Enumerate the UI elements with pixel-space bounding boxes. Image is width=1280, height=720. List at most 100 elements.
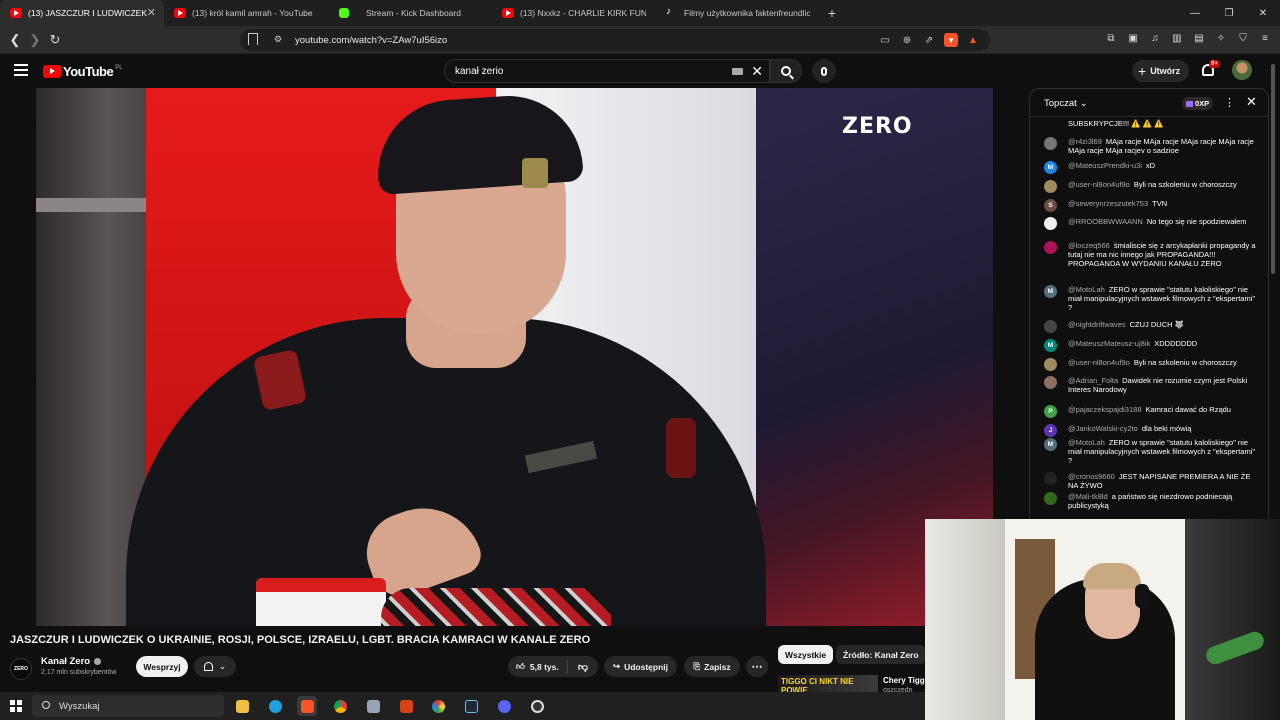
chat-author[interactable]: @user-nl8on4uf9o xyxy=(1068,180,1130,189)
chat-author-avatar[interactable]: S xyxy=(1044,199,1057,212)
dislike-button[interactable]: 👎︎ xyxy=(568,661,598,673)
sidebar-icon[interactable]: ▥ xyxy=(1170,31,1184,45)
new-tab-button[interactable]: + xyxy=(820,0,844,26)
subscription-bell-button[interactable]: ⌄ xyxy=(194,656,236,677)
chip-source[interactable]: Źródło: Kanał Zero xyxy=(836,645,926,664)
forward-icon[interactable]: ❯ xyxy=(26,31,44,49)
chrome-icon[interactable] xyxy=(330,696,350,716)
chat-author-avatar[interactable] xyxy=(1044,180,1057,193)
share-button[interactable]: ↪ Udostępnij xyxy=(604,656,677,677)
chat-mode-dropdown[interactable]: Topczat ⌄ xyxy=(1044,98,1088,109)
chat-author[interactable]: @JankoWalski-cy2to xyxy=(1068,424,1138,433)
chat-author-avatar[interactable] xyxy=(1044,492,1057,505)
hamburger-menu-icon[interactable] xyxy=(14,64,28,76)
chat-author-avatar[interactable] xyxy=(1044,376,1057,389)
back-icon[interactable]: ❮ xyxy=(6,31,24,49)
notifications-button[interactable]: 9+ xyxy=(1200,60,1220,80)
colorful-app-icon[interactable] xyxy=(428,696,448,716)
edge-icon[interactable] xyxy=(265,696,285,716)
recommended-thumbnail[interactable]: TIGGO CI NIKT NIE POWIE xyxy=(778,675,878,693)
obs-icon[interactable] xyxy=(527,696,547,716)
chat-author[interactable]: @RROOBBWWAANN xyxy=(1068,217,1143,226)
steam-icon[interactable] xyxy=(461,696,481,716)
browser-tab-4[interactable]: (13) Nxxkz - CHARLIE KIRK FUNK (OF xyxy=(492,0,656,26)
chat-author-avatar[interactable] xyxy=(1044,137,1057,150)
media-icon[interactable]: ♫ xyxy=(1148,31,1162,45)
chat-author-avatar[interactable]: M xyxy=(1044,339,1057,352)
screenshot-icon[interactable]: ▣ xyxy=(1126,31,1140,45)
save-button[interactable]: ⎘ Zapisz xyxy=(684,656,740,677)
recommended-title[interactable]: Chery Tigg xyxy=(883,676,925,685)
chat-author[interactable]: @loczeq566 xyxy=(1068,241,1110,250)
wallet-icon[interactable]: ▤ xyxy=(1192,31,1206,45)
channel-avatar[interactable]: ZERO xyxy=(10,658,32,680)
page-scrollbar[interactable] xyxy=(1271,64,1275,274)
chip-all[interactable]: Wszystkie xyxy=(778,645,834,664)
red-app-icon[interactable] xyxy=(396,696,416,716)
search-button[interactable] xyxy=(770,59,802,83)
chat-author[interactable]: @Mali-tk8ld xyxy=(1068,492,1108,501)
folder-app-icon[interactable] xyxy=(363,696,383,716)
chat-author-avatar[interactable]: M xyxy=(1044,161,1057,174)
search-input[interactable]: kanał zerio ✕ xyxy=(444,59,770,83)
chat-author-avatar[interactable]: M xyxy=(1044,438,1057,451)
chat-author[interactable]: @Adrian_Folta xyxy=(1068,376,1118,385)
video-player[interactable]: ZERO xyxy=(36,88,993,626)
chat-author-avatar[interactable]: M xyxy=(1044,285,1057,298)
chat-author[interactable]: @MotoLah xyxy=(1068,438,1105,447)
chat-author-avatar[interactable] xyxy=(1044,358,1057,371)
cast-icon[interactable]: ▭ xyxy=(878,33,892,47)
account-avatar[interactable] xyxy=(1232,60,1252,80)
chat-author[interactable]: @MotoLah xyxy=(1068,285,1105,294)
url-text[interactable]: youtube.com/watch?v=ZAw7uI56izo xyxy=(295,35,447,46)
close-tab-icon[interactable]: ✕ xyxy=(147,6,156,19)
windows-start-icon[interactable] xyxy=(10,700,22,712)
minimize-icon[interactable]: — xyxy=(1178,0,1212,26)
vpn-icon[interactable]: ⛉ xyxy=(1236,31,1250,45)
voice-search-button[interactable] xyxy=(812,59,836,83)
share-icon[interactable]: ⇗ xyxy=(922,33,936,47)
bookmark-icon[interactable] xyxy=(248,33,258,45)
chat-author[interactable]: @user-nl8on4uf9o xyxy=(1068,358,1130,367)
reload-icon[interactable]: ↻ xyxy=(46,31,64,49)
chat-author-avatar[interactable] xyxy=(1044,241,1057,254)
chat-author-avatar[interactable] xyxy=(1044,320,1057,333)
channel-name[interactable]: Kanał Zero xyxy=(41,656,102,667)
restore-icon[interactable]: ❐ xyxy=(1212,0,1246,26)
clear-search-icon[interactable]: ✕ xyxy=(751,63,763,80)
site-settings-icon[interactable]: ⚙ xyxy=(274,34,282,45)
chat-author[interactable]: @r4zi3l69 xyxy=(1068,137,1102,146)
browser-tab-2[interactable]: (13) król kamil amrah - YouTube xyxy=(164,0,328,26)
close-window-icon[interactable]: ✕ xyxy=(1246,0,1280,26)
xp-badge[interactable]: 0XP xyxy=(1182,97,1214,110)
youtube-logo[interactable]: YouTube PL xyxy=(43,64,123,79)
chat-author[interactable]: @cronos9660 xyxy=(1068,472,1115,481)
menu-icon[interactable]: ≡ xyxy=(1258,31,1272,45)
extensions-icon[interactable]: ⧉ xyxy=(1104,31,1118,45)
more-actions-button[interactable]: ⋯ xyxy=(746,656,768,677)
browser-tab-1[interactable]: (13) JASZCZUR I LUDWICZEK ✕ xyxy=(0,0,164,26)
close-chat-icon[interactable]: ✕ xyxy=(1246,94,1257,110)
browser-tab-5[interactable]: ♪ Filmy użytkownika faktenfreundlich ( xyxy=(656,0,820,26)
discord-icon[interactable] xyxy=(494,696,514,716)
chat-author[interactable]: @MateuszPrendki-u3i xyxy=(1068,161,1142,170)
chat-author-avatar[interactable] xyxy=(1044,217,1057,230)
chat-author[interactable]: @sewerynrzeszutek753 xyxy=(1068,199,1148,208)
like-button[interactable]: 👍︎ 5,8 tys. xyxy=(508,659,568,674)
browser-tab-3[interactable]: Stream - Kick Dashboard xyxy=(328,0,492,26)
support-button[interactable]: Wesprzyj xyxy=(136,656,188,677)
chat-author[interactable]: @MateuszMateusz-uj8ik xyxy=(1068,339,1150,348)
create-button[interactable]: + Utwórz xyxy=(1132,60,1190,82)
leo-icon[interactable]: ✧ xyxy=(1214,31,1228,45)
chat-author-avatar[interactable]: P xyxy=(1044,405,1057,418)
zoom-icon[interactable]: ⊕ xyxy=(900,33,914,47)
brave-shields-icon[interactable]: ▼ xyxy=(944,33,958,47)
taskbar-search-input[interactable]: Wyszukaj xyxy=(32,695,224,717)
chat-author-avatar[interactable]: J xyxy=(1044,424,1057,437)
chat-author[interactable]: @pajaczekspajdi3188 xyxy=(1068,405,1142,414)
chat-menu-icon[interactable]: ⋮ xyxy=(1224,96,1235,109)
brave-rewards-icon[interactable]: ▲ xyxy=(966,33,980,47)
file-explorer-icon[interactable] xyxy=(232,696,252,716)
chat-author-avatar[interactable] xyxy=(1044,472,1057,485)
keyboard-icon[interactable] xyxy=(732,68,743,75)
